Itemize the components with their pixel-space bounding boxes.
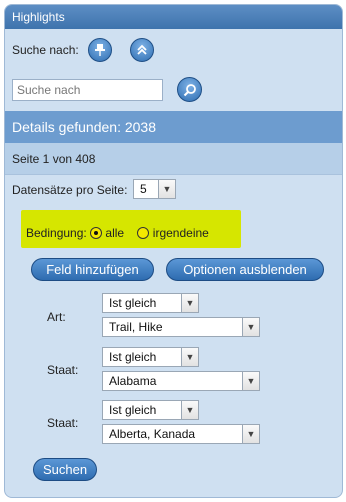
records-per-page-value: 5 <box>140 182 147 196</box>
filter-label: Staat: <box>47 416 79 430</box>
chevron-up-icon <box>137 44 147 55</box>
filter-operator-value: Ist gleich <box>109 296 157 310</box>
filter-operator-select[interactable]: Ist gleich ▼ <box>102 400 199 420</box>
radio-any[interactable] <box>137 227 150 239</box>
filter-operator-value: Ist gleich <box>109 403 157 417</box>
details-found: Details gefunden: 2038 <box>5 111 342 143</box>
filter-operator-select[interactable]: Ist gleich ▼ <box>102 293 199 313</box>
search-input[interactable] <box>12 79 163 101</box>
chevron-down-icon: ▼ <box>242 318 259 336</box>
search-label: Suche nach: <box>12 43 79 57</box>
magnifier-icon <box>183 83 196 96</box>
condition-row: Bedingung: alle irgendeine <box>26 226 209 240</box>
filter-value-select[interactable]: Alabama ▼ <box>102 371 260 391</box>
chevron-down-icon: ▼ <box>242 372 259 390</box>
collapse-button[interactable] <box>130 38 154 62</box>
search-submit-button[interactable]: Suchen <box>33 458 97 481</box>
chevron-down-icon: ▼ <box>242 425 259 443</box>
page-info: Seite 1 von 408 <box>5 143 342 175</box>
highlights-panel: Highlights Suche nach: Details gefunden:… <box>4 4 343 498</box>
chevron-down-icon: ▼ <box>181 401 198 419</box>
records-per-page-select[interactable]: 5 ▼ <box>133 179 176 199</box>
filter-value-select[interactable]: Trail, Hike ▼ <box>102 317 260 337</box>
filter-value: Trail, Hike <box>109 320 163 334</box>
pin-icon <box>95 44 105 56</box>
pin-button[interactable] <box>88 38 112 62</box>
filter-operator-value: Ist gleich <box>109 350 157 364</box>
add-field-button[interactable]: Feld hinzufügen <box>31 258 154 281</box>
chevron-down-icon: ▼ <box>181 294 198 312</box>
filter-label: Art: <box>47 310 66 324</box>
condition-label: Bedingung: <box>26 226 87 240</box>
hide-options-button[interactable]: Optionen ausblenden <box>166 258 324 281</box>
radio-any-label: irgendeine <box>152 226 209 240</box>
radio-all-label: alle <box>105 226 125 240</box>
filter-label: Staat: <box>47 363 79 377</box>
filter-value-select[interactable]: Alberta, Kanada ▼ <box>102 424 260 444</box>
filter-value: Alberta, Kanada <box>109 427 196 441</box>
filter-value: Alabama <box>109 374 157 388</box>
records-per-page-label: Datensätze pro Seite: <box>12 183 128 197</box>
chevron-down-icon: ▼ <box>158 180 175 198</box>
panel-title: Highlights <box>5 5 342 29</box>
filter-operator-select[interactable]: Ist gleich ▼ <box>102 347 199 367</box>
search-button[interactable] <box>177 77 202 102</box>
radio-all[interactable] <box>90 227 103 239</box>
chevron-down-icon: ▼ <box>181 348 198 366</box>
